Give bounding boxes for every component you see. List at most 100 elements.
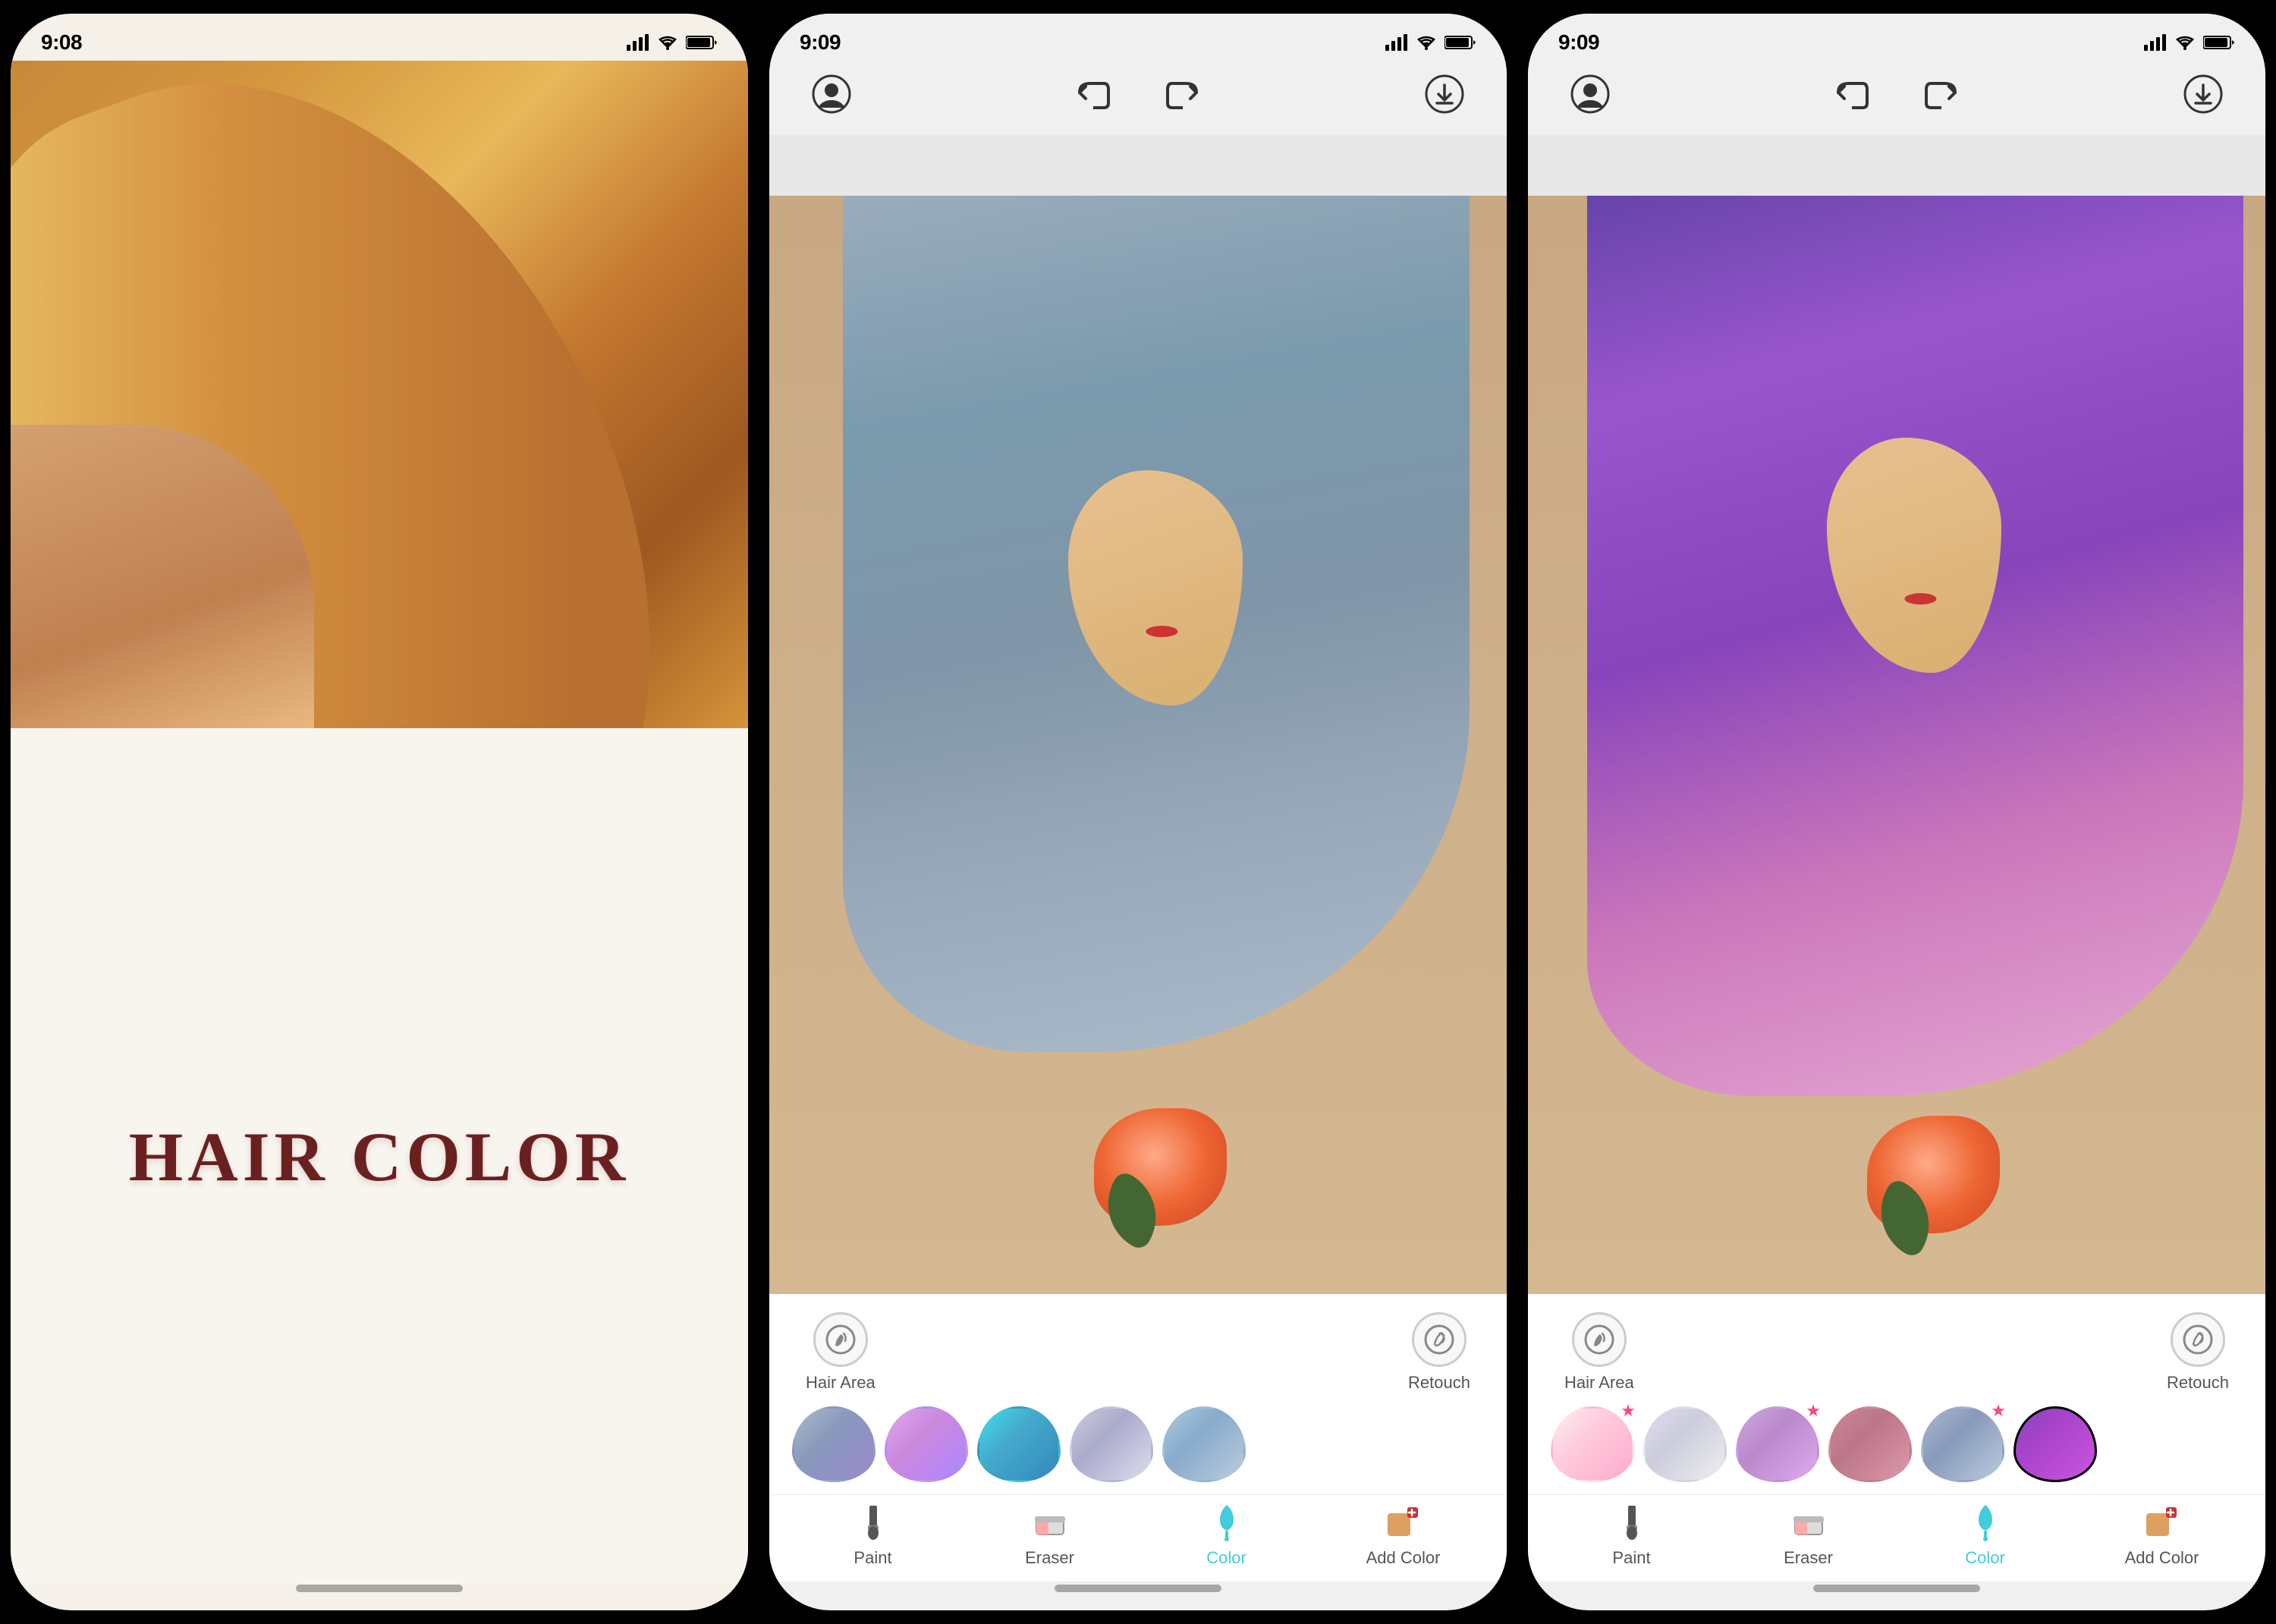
- hair-area-label-3: Hair Area: [1564, 1373, 1634, 1393]
- undo-button-2[interactable]: [1068, 68, 1120, 120]
- download-icon: [1425, 74, 1464, 114]
- profile-icon: [812, 74, 851, 114]
- redo-icon-3: [1923, 79, 1958, 109]
- paint-icon-svg: [857, 1504, 889, 1541]
- swatch-5-phone2[interactable]: [1162, 1406, 1246, 1482]
- premium-star-1: ★: [1621, 1401, 1636, 1421]
- hair-area-button-3[interactable]: Hair Area: [1564, 1312, 1634, 1393]
- retouch-label-2: Retouch: [1408, 1373, 1470, 1393]
- undo-button-3[interactable]: [1827, 68, 1878, 120]
- retouch-label-3: Retouch: [2167, 1373, 2229, 1393]
- retouch-icon-svg: [1422, 1323, 1456, 1356]
- status-icons-3: [2144, 34, 2235, 51]
- paint-tool-3[interactable]: Paint: [1586, 1503, 1677, 1568]
- swatch-2-phone2[interactable]: [885, 1406, 968, 1482]
- swatch-6-phone3[interactable]: [2014, 1406, 2097, 1482]
- hair-area-label-2: Hair Area: [806, 1373, 876, 1393]
- editor-toolbar-3: [1528, 61, 2265, 135]
- status-icons-2: [1385, 34, 1476, 51]
- swatch-3-phone3[interactable]: ★: [1736, 1406, 1819, 1482]
- retouch-button-3[interactable]: Retouch: [2167, 1312, 2229, 1393]
- add-color-icon-2: [1384, 1503, 1423, 1542]
- editor-gray-banner-2: [769, 135, 1507, 196]
- home-indicator-3: [1813, 1585, 1980, 1592]
- eraser-tool-3[interactable]: Eraser: [1763, 1503, 1854, 1568]
- paint-icon-2: [854, 1503, 893, 1542]
- status-icons-1: [627, 34, 718, 51]
- editor-canvas-2[interactable]: [769, 196, 1507, 1294]
- eraser-label-3: Eraser: [1784, 1548, 1833, 1568]
- premium-star-5: ★: [1991, 1401, 2006, 1421]
- swatch-3-phone2[interactable]: [977, 1406, 1061, 1482]
- wifi-icon-2: [1416, 34, 1437, 51]
- tools-row-2: Paint Eraser: [769, 1494, 1507, 1582]
- editor-canvas-3[interactable]: [1528, 196, 2265, 1294]
- add-color-icon-3: [2142, 1503, 2182, 1542]
- splash-hair-image: [11, 61, 748, 728]
- home-indicator-1: [296, 1585, 463, 1592]
- redo-icon: [1165, 79, 1199, 109]
- hair-area-icon-3: [1572, 1312, 1627, 1367]
- swatch-1-phone3[interactable]: ★: [1551, 1406, 1634, 1482]
- retouch-icon-3: [2171, 1312, 2225, 1367]
- signal-icon-3: [2144, 34, 2167, 51]
- signal-icon-2: [1385, 34, 1408, 51]
- eraser-icon-svg: [1033, 1507, 1067, 1538]
- swatch-4-phone3[interactable]: [1828, 1406, 1912, 1482]
- retouch-icon-svg-3: [2181, 1323, 2215, 1356]
- battery-icon-3: [2203, 34, 2235, 51]
- wifi-icon-3: [2174, 34, 2196, 51]
- hair-area-icon-2: [813, 1312, 868, 1367]
- add-color-tool-3[interactable]: Add Color: [2117, 1503, 2208, 1568]
- hair-retouch-row-2: Hair Area Retouch: [769, 1294, 1507, 1400]
- redo-button-3[interactable]: [1915, 68, 1966, 120]
- color-tool-2[interactable]: Color: [1181, 1503, 1272, 1568]
- eraser-icon-2: [1030, 1503, 1070, 1542]
- eraser-tool-2[interactable]: Eraser: [1004, 1503, 1096, 1568]
- hair-area-icon-svg-3: [1583, 1323, 1616, 1356]
- color-icon-3: [1966, 1503, 2005, 1542]
- rose-3: [1867, 1116, 2000, 1233]
- download-button-3[interactable]: [2177, 68, 2229, 120]
- woman-figure-3: [1528, 196, 2265, 1294]
- swatch-5-phone3[interactable]: ★: [1921, 1406, 2004, 1482]
- editor-toolbar-2: [769, 61, 1507, 135]
- download-button-2[interactable]: [1419, 68, 1470, 120]
- home-indicator-2: [1055, 1585, 1221, 1592]
- status-bar-1: 9:08: [11, 14, 748, 61]
- color-swatches-2: [769, 1400, 1507, 1494]
- color-icon-2: [1207, 1503, 1246, 1542]
- swatch-1-phone2[interactable]: [792, 1406, 876, 1482]
- editor-gray-banner-3: [1528, 135, 2265, 196]
- battery-icon: [686, 34, 718, 51]
- eraser-label-2: Eraser: [1025, 1548, 1074, 1568]
- hair-retouch-row-3: Hair Area Retouch: [1528, 1294, 2265, 1400]
- retouch-button-2[interactable]: Retouch: [1408, 1312, 1470, 1393]
- color-label-2: Color: [1206, 1548, 1246, 1568]
- hair-area-button-2[interactable]: Hair Area: [806, 1312, 876, 1393]
- profile-button-3[interactable]: [1564, 68, 1616, 120]
- premium-star-3: ★: [1806, 1401, 1821, 1421]
- add-color-tool-2[interactable]: Add Color: [1358, 1503, 1449, 1568]
- eraser-icon-3: [1789, 1503, 1828, 1542]
- paint-label-2: Paint: [854, 1548, 891, 1568]
- profile-button-2[interactable]: [806, 68, 857, 120]
- swatch-2-phone3[interactable]: [1643, 1406, 1727, 1482]
- swatch-4-phone2[interactable]: [1070, 1406, 1153, 1482]
- undo-icon-3: [1835, 79, 1870, 109]
- rose-2: [1094, 1108, 1227, 1226]
- status-time-1: 9:08: [41, 30, 82, 55]
- lips-3: [1904, 593, 1936, 605]
- profile-icon-3: [1570, 74, 1610, 114]
- color-icon-svg: [1212, 1503, 1241, 1541]
- retouch-icon-2: [1412, 1312, 1467, 1367]
- splash-title: HAIR COLOR: [129, 1117, 630, 1197]
- paint-tool-2[interactable]: Paint: [828, 1503, 919, 1568]
- wifi-icon: [657, 34, 678, 51]
- add-color-icon-svg-3: [2145, 1506, 2180, 1539]
- color-tool-3[interactable]: Color: [1940, 1503, 2031, 1568]
- redo-button-2[interactable]: [1156, 68, 1208, 120]
- tools-row-3: Paint Eraser: [1528, 1494, 2265, 1582]
- status-time-3: 9:09: [1558, 30, 1599, 55]
- hair-area-icon-svg: [824, 1323, 857, 1356]
